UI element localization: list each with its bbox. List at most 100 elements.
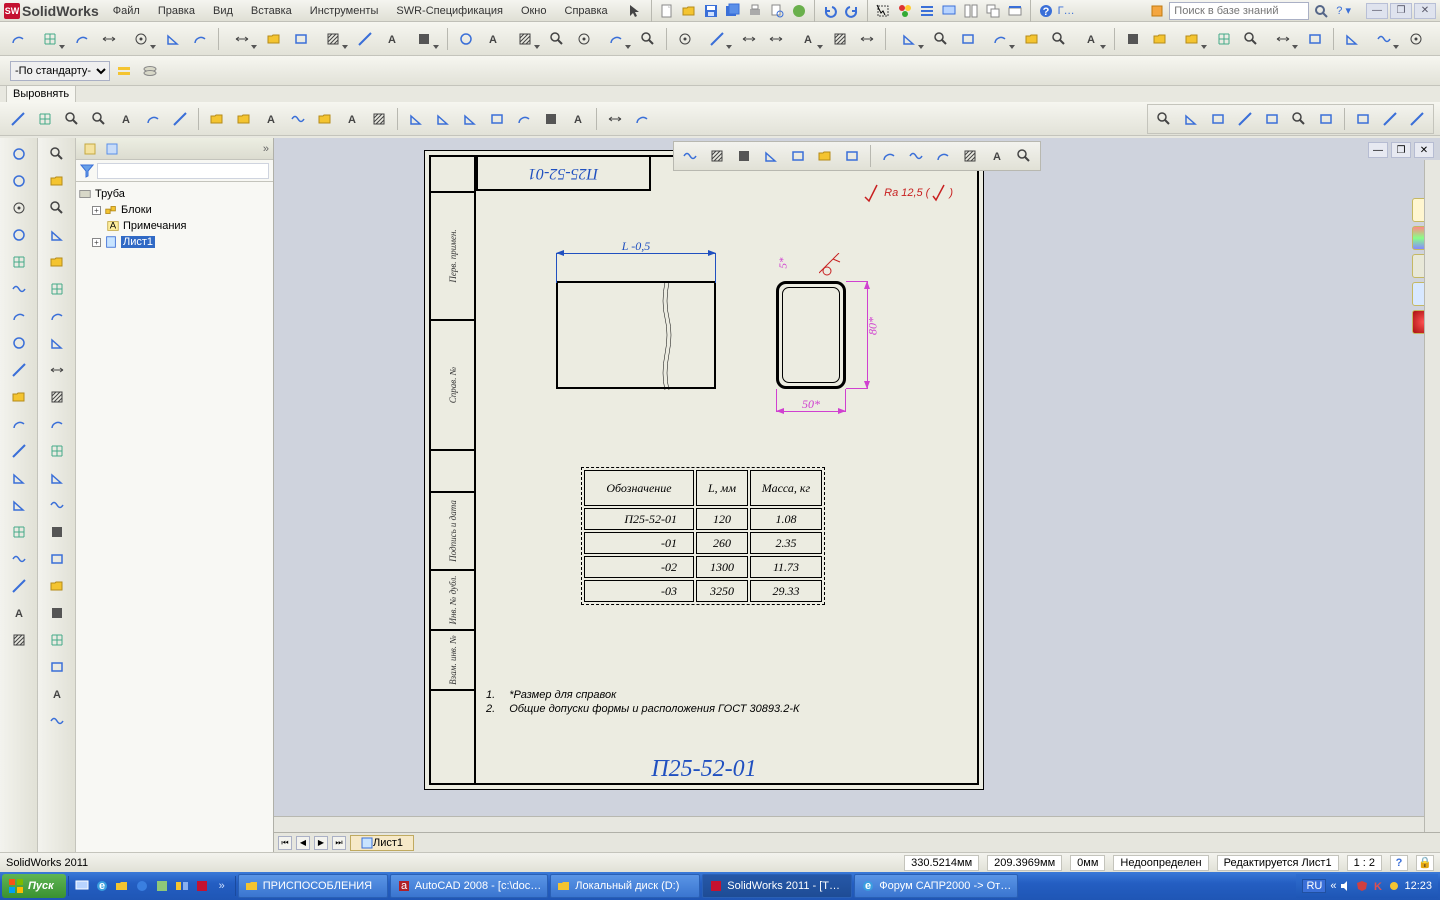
qat-saveall-icon[interactable] (723, 2, 743, 20)
move-icon[interactable] (43, 547, 71, 571)
standards-dropdown[interactable]: -По стандарту- (6, 59, 166, 83)
dim-icon[interactable] (5, 466, 33, 490)
assembly-icon[interactable] (5, 223, 33, 247)
color-icon[interactable] (512, 107, 536, 131)
taskbar-task[interactable]: eФорум САПР2000 -> От… (854, 874, 1018, 898)
tray-lang[interactable]: RU (1302, 879, 1326, 893)
v-axis-icon[interactable] (1212, 27, 1236, 51)
item-icon[interactable] (1367, 27, 1401, 51)
tree-tab-feature-icon[interactable] (80, 140, 100, 158)
align-r-icon[interactable] (33, 107, 57, 131)
tree-node-sheet1[interactable]: +Лист1 (92, 234, 271, 250)
ellipse-arc-icon[interactable] (737, 27, 761, 51)
orient-icon[interactable] (904, 144, 928, 168)
line-icon[interactable] (43, 223, 71, 247)
balloon-icon[interactable] (1303, 27, 1327, 51)
ralign-icon[interactable] (313, 107, 337, 131)
taskbar-task[interactable]: aAutoCAD 2008 - [c:\doc… (390, 874, 549, 898)
tray-net-icon[interactable] (1388, 880, 1400, 892)
cir-icon[interactable]: A (5, 601, 33, 625)
legend-icon[interactable] (630, 107, 654, 131)
ql-tc-icon[interactable] (173, 876, 191, 896)
spline-icon[interactable] (43, 250, 71, 274)
folder-icon[interactable] (5, 574, 33, 598)
qat-help-label[interactable]: Г… (1058, 5, 1075, 17)
status-lock-icon[interactable]: 🔒 (1416, 855, 1434, 871)
rotate-icon[interactable] (840, 144, 864, 168)
tol-icon[interactable] (1260, 107, 1284, 131)
textA-icon[interactable] (43, 466, 71, 490)
doc-minimize-button[interactable]: — (1368, 142, 1388, 158)
shade-icon[interactable] (958, 144, 982, 168)
snap-icon[interactable]: A (114, 107, 138, 131)
break-icon[interactable] (983, 27, 1017, 51)
link-icon[interactable] (1233, 107, 1257, 131)
menu-file[interactable]: Файл (105, 3, 148, 19)
hatch2-icon[interactable] (5, 493, 33, 517)
align-grid-icon[interactable] (1121, 27, 1145, 51)
angle-icon[interactable] (316, 27, 350, 51)
qat-printpreview-icon[interactable] (767, 2, 787, 20)
gd-t-icon[interactable] (43, 520, 71, 544)
rotate2-icon[interactable] (43, 385, 71, 409)
menu-help[interactable]: Справка (557, 3, 616, 19)
sketch-icon[interactable] (5, 142, 33, 166)
arc3-icon[interactable] (43, 412, 71, 436)
layer-props-icon[interactable] (112, 59, 136, 83)
zoom-out-icon[interactable] (732, 144, 756, 168)
hline-icon[interactable]: A (43, 682, 71, 706)
edges-icon[interactable]: A (985, 144, 1009, 168)
mouse-icon[interactable] (1404, 27, 1428, 51)
dash-icon[interactable]: A (380, 27, 404, 51)
tray-k-icon[interactable]: K (1372, 880, 1384, 892)
start-button[interactable]: Пуск (2, 874, 66, 898)
zoom-fit-icon[interactable] (678, 144, 702, 168)
prev-view-icon[interactable] (877, 144, 901, 168)
qat-undo-icon[interactable] (820, 2, 840, 20)
zoom-in-icon[interactable] (705, 144, 729, 168)
tray-chevron-icon[interactable]: « (1330, 880, 1336, 892)
doc-close-button[interactable]: ✕ (1414, 142, 1434, 158)
curve-icon[interactable] (5, 304, 33, 328)
gap-icon[interactable] (168, 107, 192, 131)
fillet-icon[interactable] (161, 27, 185, 51)
qat-rebuild-icon[interactable] (895, 2, 915, 20)
dist-h-icon[interactable] (205, 107, 229, 131)
options2-icon[interactable] (5, 439, 33, 463)
roughness-icon[interactable] (539, 107, 563, 131)
tree-node-blocks[interactable]: +Блоки (92, 202, 271, 218)
text-icon[interactable] (1020, 27, 1044, 51)
align-l-icon[interactable] (6, 107, 30, 131)
align-h-icon[interactable] (60, 107, 84, 131)
polyline-icon[interactable] (43, 277, 71, 301)
qat-cascade-icon[interactable] (983, 2, 1003, 20)
feature-icon[interactable] (5, 169, 33, 193)
qat-help-icon[interactable]: ? (1036, 2, 1056, 20)
taskbar-task[interactable]: Локальный диск (D:) (550, 874, 700, 898)
style-icon[interactable] (931, 144, 955, 168)
section-icon[interactable] (786, 144, 810, 168)
group-icon[interactable] (141, 107, 165, 131)
sketch-arc-icon[interactable] (43, 493, 71, 517)
zoom-icon[interactable] (43, 304, 71, 328)
tree-root[interactable]: Труба (78, 186, 271, 202)
edge-icon[interactable] (764, 27, 788, 51)
search-go-icon[interactable] (1313, 3, 1329, 19)
qat-save-icon[interactable] (701, 2, 721, 20)
block-icon[interactable] (43, 709, 71, 733)
ql-folder-icon[interactable] (113, 876, 131, 896)
trim-line-icon[interactable] (289, 27, 313, 51)
sheet2-icon[interactable] (5, 628, 33, 652)
qat-select-icon[interactable] (873, 2, 893, 20)
copyf-icon[interactable] (1314, 107, 1338, 131)
chain-icon[interactable] (956, 27, 980, 51)
arrow-icon[interactable] (262, 27, 286, 51)
close-button[interactable]: ✕ (1414, 3, 1436, 19)
status-help-icon[interactable]: ? (1390, 855, 1408, 871)
txt-a-icon[interactable] (1152, 107, 1176, 131)
eqv-icon[interactable] (431, 107, 455, 131)
offset-icon[interactable] (97, 27, 121, 51)
sketch-line-icon[interactable] (1175, 27, 1209, 51)
menu-swr[interactable]: SWR-Спецификация (388, 3, 511, 19)
tree-filter-input[interactable] (97, 163, 269, 179)
